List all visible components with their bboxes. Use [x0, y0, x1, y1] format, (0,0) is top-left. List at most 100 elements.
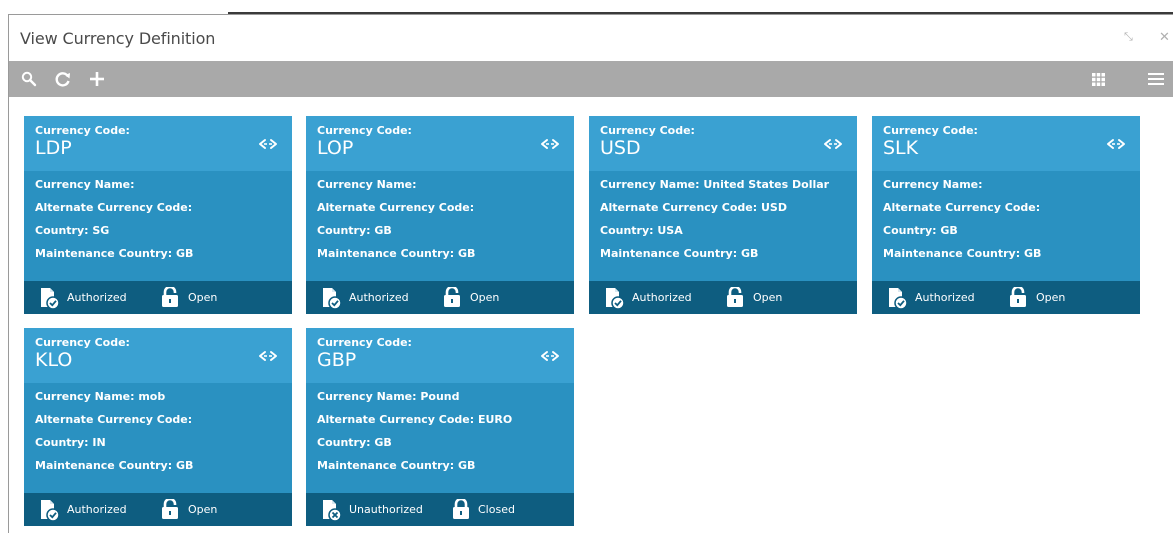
- link-icon[interactable]: [257, 349, 279, 363]
- card-footer: Authorized Open: [24, 493, 292, 526]
- maintenance-country-field: Maintenance Country: GB: [600, 247, 759, 260]
- country-field: Country: USA: [600, 224, 683, 237]
- authorization-status: Authorized: [67, 291, 127, 304]
- link-icon[interactable]: [822, 137, 844, 151]
- authorization-status: Authorized: [67, 503, 127, 516]
- currency-code-label: Currency Code:: [883, 124, 978, 137]
- country-field: Country: IN: [35, 436, 106, 449]
- card-footer: Authorized Open: [306, 281, 574, 314]
- authorized-icon: [41, 288, 60, 309]
- lock-icon: [444, 287, 460, 307]
- country-field: Country: SG: [35, 224, 110, 237]
- currency-code-value: SLK: [883, 137, 919, 159]
- currency-name-field: Currency Name: United States Dollar: [600, 178, 830, 191]
- authorized-icon: [889, 288, 908, 309]
- close-icon[interactable]: ✕: [1159, 29, 1170, 45]
- card-fields: Currency Name: United States Dollar Alte…: [600, 178, 829, 270]
- grid-view-icon[interactable]: [1087, 61, 1109, 97]
- authorization-status: Authorized: [632, 291, 692, 304]
- maintenance-country-field: Maintenance Country: GB: [317, 247, 476, 260]
- currency-code-label: Currency Code:: [317, 336, 412, 349]
- country-field: Country: GB: [317, 224, 392, 237]
- currency-card[interactable]: Currency Code: KLO Currency Name: mob Al…: [24, 328, 292, 526]
- card-fields: Currency Name: Pound Alternate Currency …: [317, 390, 512, 482]
- currency-code-value: USD: [600, 137, 641, 159]
- currency-code-label: Currency Code:: [35, 124, 130, 137]
- currency-card[interactable]: Currency Code: LOP Currency Name: Altern…: [306, 116, 574, 314]
- card-header: Currency Code: LDP: [24, 116, 292, 171]
- maintenance-country-field: Maintenance Country: GB: [35, 459, 194, 472]
- alternate-currency-code-field: Alternate Currency Code:: [317, 201, 475, 214]
- maintenance-country-field: Maintenance Country: GB: [317, 459, 476, 472]
- currency-code-value: LOP: [317, 137, 354, 159]
- authorized-icon: [323, 288, 342, 309]
- currency-name-field: Currency Name:: [883, 178, 983, 191]
- link-icon[interactable]: [1105, 137, 1127, 151]
- card-header: Currency Code: GBP: [306, 328, 574, 383]
- authorized-icon: [606, 288, 625, 309]
- currency-name-field: Currency Name: Pound: [317, 390, 460, 403]
- link-icon[interactable]: [539, 137, 561, 151]
- alternate-currency-code-field: Alternate Currency Code:: [35, 201, 193, 214]
- card-footer: Unauthorized Closed: [306, 493, 574, 526]
- toolbar: [9, 61, 1173, 97]
- lock-icon: [162, 499, 178, 519]
- search-icon[interactable]: [17, 61, 41, 97]
- record-status: Open: [188, 291, 218, 304]
- record-status: Open: [753, 291, 783, 304]
- alternate-currency-code-field: Alternate Currency Code:: [35, 413, 193, 426]
- link-icon[interactable]: [257, 137, 279, 151]
- record-status: Open: [470, 291, 500, 304]
- card-footer: Authorized Open: [589, 281, 857, 314]
- card-header: Currency Code: USD: [589, 116, 857, 171]
- maintenance-country-field: Maintenance Country: GB: [35, 247, 194, 260]
- authorization-status: Unauthorized: [349, 503, 423, 516]
- link-icon[interactable]: [539, 349, 561, 363]
- unauthorized-icon: [323, 500, 342, 521]
- alternate-currency-code-field: Alternate Currency Code: USD: [600, 201, 787, 214]
- record-status: Open: [188, 503, 218, 516]
- card-fields: Currency Name: Alternate Currency Code: …: [883, 178, 1041, 270]
- card-footer: Authorized Open: [872, 281, 1140, 314]
- alternate-currency-code-field: Alternate Currency Code: EURO: [317, 413, 513, 426]
- country-field: Country: GB: [317, 436, 392, 449]
- authorization-status: Authorized: [915, 291, 975, 304]
- lock-icon: [1010, 287, 1026, 307]
- minimize-icon[interactable]: ⤡: [1124, 31, 1133, 44]
- maintenance-country-field: Maintenance Country: GB: [883, 247, 1042, 260]
- title-bar: View Currency Definition ⤡ ✕: [9, 15, 1173, 61]
- currency-code-value: KLO: [35, 349, 73, 371]
- refresh-icon[interactable]: [51, 61, 75, 97]
- authorization-status: Authorized: [349, 291, 409, 304]
- currency-code-value: GBP: [317, 349, 357, 371]
- currency-card[interactable]: Currency Code: SLK Currency Name: Altern…: [872, 116, 1140, 314]
- currency-code-label: Currency Code:: [35, 336, 130, 349]
- list-view-icon[interactable]: [1145, 61, 1167, 97]
- card-header: Currency Code: SLK: [872, 116, 1140, 171]
- currency-card[interactable]: Currency Code: GBP Currency Name: Pound …: [306, 328, 574, 526]
- card-fields: Currency Name: mob Alternate Currency Co…: [35, 390, 193, 482]
- lock-icon: [727, 287, 743, 307]
- currency-name-field: Currency Name:: [317, 178, 417, 191]
- currency-card[interactable]: Currency Code: USD Currency Name: United…: [589, 116, 857, 314]
- currency-card[interactable]: Currency Code: LDP Currency Name: Altern…: [24, 116, 292, 314]
- record-status: Open: [1036, 291, 1066, 304]
- currency-code-value: LDP: [35, 137, 72, 159]
- card-fields: Currency Name: Alternate Currency Code: …: [317, 178, 475, 270]
- add-icon[interactable]: [83, 61, 111, 97]
- lock-icon: [453, 499, 469, 519]
- currency-name-field: Currency Name:: [35, 178, 135, 191]
- currency-name-field: Currency Name: mob: [35, 390, 166, 403]
- card-fields: Currency Name: Alternate Currency Code: …: [35, 178, 193, 270]
- card-header: Currency Code: KLO: [24, 328, 292, 383]
- alternate-currency-code-field: Alternate Currency Code:: [883, 201, 1041, 214]
- card-header: Currency Code: LOP: [306, 116, 574, 171]
- card-footer: Authorized Open: [24, 281, 292, 314]
- window-title: View Currency Definition: [20, 29, 216, 48]
- currency-code-label: Currency Code:: [317, 124, 412, 137]
- country-field: Country: GB: [883, 224, 958, 237]
- authorized-icon: [41, 500, 60, 521]
- record-status: Closed: [478, 503, 515, 516]
- lock-icon: [162, 287, 178, 307]
- currency-code-label: Currency Code:: [600, 124, 695, 137]
